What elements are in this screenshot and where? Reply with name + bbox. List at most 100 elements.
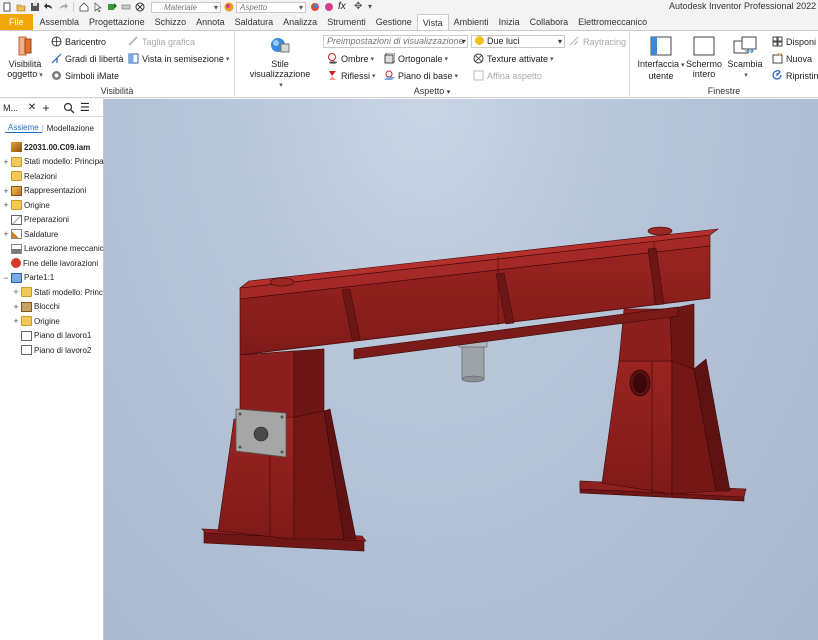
visual-presets-combo[interactable]: Preimpostazioni di visualizzazione ▾: [323, 35, 468, 48]
search-icon[interactable]: [63, 102, 75, 114]
expand-icon[interactable]: +: [12, 287, 20, 297]
material-combo[interactable]: Materiale: [151, 1, 221, 13]
collapse-icon[interactable]: −: [2, 273, 10, 283]
tab-gestione[interactable]: Gestione: [371, 14, 417, 30]
browser-tab-assembly[interactable]: Assieme: [5, 123, 42, 133]
degrees-of-freedom-button[interactable]: Gradi di libertà: [51, 53, 124, 64]
update-icon[interactable]: [107, 2, 117, 12]
tree-item[interactable]: Fine delle lavorazioni: [0, 256, 98, 270]
tab-progettazione[interactable]: Progettazione: [84, 14, 150, 30]
user-interface-button[interactable]: Interfaccia ▾ utente: [636, 35, 686, 81]
expand-icon[interactable]: +: [2, 229, 10, 239]
tree-item[interactable]: + Origine: [0, 198, 50, 212]
save-icon[interactable]: [30, 2, 40, 12]
tree-item[interactable]: Relazioni: [0, 169, 57, 183]
frame-model[interactable]: [104, 99, 818, 640]
tree-item-label: Stati modello: Principal: [24, 157, 106, 166]
tab-saldatura[interactable]: Saldatura: [230, 14, 279, 30]
slice-graphics-button[interactable]: Taglia grafica: [128, 36, 195, 47]
visual-style-label: Stile visualizzazione: [249, 59, 311, 79]
tab-vista[interactable]: Vista: [416, 14, 449, 30]
imate-symbols-button[interactable]: Simboli iMate: [51, 70, 119, 81]
new-window-icon: [772, 53, 783, 64]
browser-tab-modeling[interactable]: Modellazione: [44, 124, 97, 133]
tree-item-label: Parte1:1: [24, 273, 55, 282]
tree-item[interactable]: + Stati modello: Principal: [0, 155, 105, 169]
adjust-appearance-icon[interactable]: [310, 2, 320, 12]
folder-icon: [21, 287, 32, 297]
expand-icon[interactable]: +: [12, 316, 20, 326]
expand-icon[interactable]: +: [2, 200, 10, 210]
tab-analizza[interactable]: Analizza: [278, 14, 322, 30]
move-icon[interactable]: ✥: [354, 2, 364, 12]
orthographic-button[interactable]: Ortogonale ▾: [384, 53, 448, 64]
add-icon[interactable]: +: [39, 101, 53, 115]
tree-item[interactable]: Piano di lavoro1: [0, 329, 91, 343]
arrange-button[interactable]: Disponi: [772, 36, 816, 47]
chevron-down-icon: ▾: [557, 37, 562, 46]
reflections-button[interactable]: Riflessi ▾: [327, 70, 376, 81]
tree-item[interactable]: − Parte1:1: [0, 271, 54, 285]
windows-group-label: Finestre: [707, 86, 741, 96]
tree-item[interactable]: + Stati modello: Princ: [0, 285, 103, 299]
select-icon[interactable]: [93, 2, 103, 12]
appearance-combo[interactable]: Aspetto: [236, 1, 306, 13]
new-window-button[interactable]: Nuova: [772, 53, 812, 64]
full-screen-button[interactable]: Schermo intero: [684, 35, 724, 79]
expand-icon[interactable]: +: [12, 302, 20, 312]
chevron-down-icon: ▾: [225, 55, 230, 63]
expand-icon[interactable]: +: [2, 186, 10, 196]
clear-appearance-icon[interactable]: [324, 2, 334, 12]
textures-on-button[interactable]: Texture attivate ▾: [473, 53, 554, 64]
assembly-icon: [11, 142, 22, 152]
tab-inizia[interactable]: Inizia: [494, 14, 525, 30]
tab-ambienti[interactable]: Ambienti: [449, 14, 494, 30]
part-icon: [11, 272, 22, 283]
expand-icon[interactable]: +: [2, 157, 10, 167]
open-folder-icon[interactable]: [16, 2, 26, 12]
refine-appearance-button[interactable]: Affina aspetto: [473, 70, 542, 81]
ground-plane-button[interactable]: Piano di base ▾: [384, 70, 458, 81]
tab-strumenti[interactable]: Strumenti: [322, 14, 371, 30]
reset-button[interactable]: Ripristin: [772, 70, 818, 81]
tab-elettromeccanico[interactable]: Elettromeccanico: [573, 14, 652, 30]
tab-schizzo[interactable]: Schizzo: [150, 14, 192, 30]
measure-icon[interactable]: [121, 2, 131, 12]
half-section-view-button[interactable]: Vista in semisezione ▾: [128, 53, 229, 64]
arrange-icon: [772, 36, 783, 47]
redo-icon[interactable]: [58, 2, 68, 12]
new-file-icon[interactable]: [2, 2, 12, 12]
visual-style-button[interactable]: Stile visualizzazione ▾: [241, 35, 319, 91]
tree-item[interactable]: Lavorazione meccanica: [0, 242, 108, 256]
tab-assembla[interactable]: Assembla: [35, 14, 85, 30]
switch-window-button[interactable]: Scambia ▾: [726, 35, 764, 81]
tree-item[interactable]: Preparazioni: [0, 213, 69, 227]
parameters-fx-icon[interactable]: fx: [338, 2, 350, 12]
folder-icon: [11, 200, 22, 210]
tree-item[interactable]: + Rappresentazioni: [0, 184, 86, 198]
tab-file[interactable]: File: [0, 14, 33, 30]
tab-annota[interactable]: Annota: [191, 14, 230, 30]
tree-item[interactable]: Piano di lavoro2: [0, 343, 91, 357]
folder-icon: [21, 316, 32, 326]
undo-icon[interactable]: [44, 2, 54, 12]
graphics-viewport[interactable]: [104, 99, 818, 640]
lighting-combo[interactable]: Due luci ▾: [471, 35, 565, 48]
tree-item[interactable]: + Origine: [0, 314, 60, 328]
shadows-button[interactable]: Ombre ▾: [327, 53, 374, 64]
home-icon[interactable]: [79, 2, 89, 12]
appearance-group: Stile visualizzazione ▾ Preimpostazioni …: [235, 31, 630, 98]
tree-item[interactable]: + Saldature: [0, 227, 58, 241]
color-override-icon[interactable]: [135, 2, 145, 12]
tree-item-label: Origine: [24, 200, 50, 210]
close-icon[interactable]: ✕: [25, 102, 39, 113]
raytracing-button[interactable]: Raytracing: [569, 36, 626, 47]
dropdown-icon[interactable]: ▾: [368, 2, 378, 12]
chevron-down-icon: ▾: [444, 55, 449, 63]
tab-collabora[interactable]: Collabora: [525, 14, 574, 30]
menu-icon[interactable]: ☰: [80, 101, 90, 114]
tree-item[interactable]: 22031.00.C09.iam: [0, 140, 90, 154]
object-visibility-button[interactable]: Visibilità oggetto ▾: [4, 35, 46, 81]
tree-item[interactable]: + Blocchi: [0, 300, 60, 314]
center-of-gravity-button[interactable]: Baricentro: [51, 36, 106, 47]
